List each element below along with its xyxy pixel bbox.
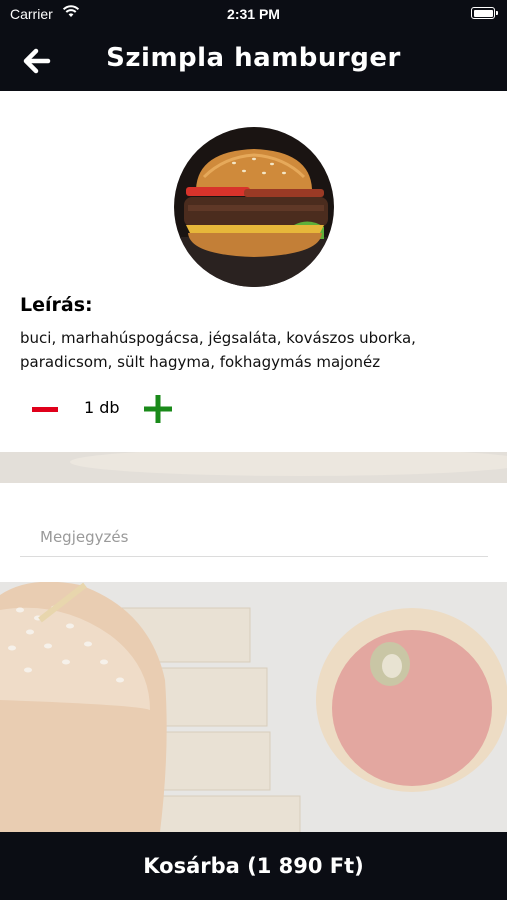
description-text: buci, marhahúspogácsa, jégsaláta, kovász… (20, 329, 416, 371)
navbar: Szimpla hamburger (0, 28, 507, 91)
plus-icon[interactable] (144, 395, 172, 423)
note-input[interactable] (20, 517, 488, 557)
burger-photo (174, 127, 334, 287)
status-time: 2:31 PM (227, 6, 280, 22)
status-bar: Carrier 2:31 PM (0, 0, 507, 28)
page-title: Szimpla hamburger (106, 43, 401, 73)
product-card: Leírás: buci, marhahúspogácsa, jégsaláta… (0, 91, 507, 452)
note-panel (0, 483, 507, 582)
battery-icon (471, 7, 498, 19)
description-label: Leírás: (20, 294, 93, 316)
add-to-cart-button[interactable]: Kosárba (1 890 Ft) (0, 832, 507, 900)
quantity-value: 1 db (84, 398, 120, 417)
minus-icon[interactable] (32, 399, 58, 419)
